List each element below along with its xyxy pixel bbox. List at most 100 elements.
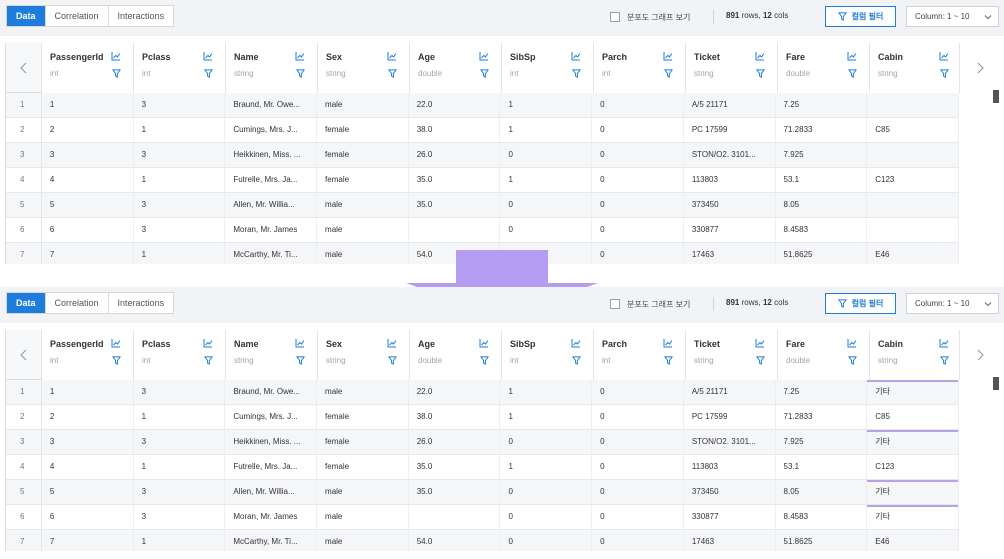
- column-range-select[interactable]: Column: 1 ~ 10: [906, 6, 999, 27]
- column-header-cabin[interactable]: Cabin string: [870, 43, 962, 93]
- table-cell: 3: [134, 193, 226, 217]
- column-header-ticket[interactable]: Ticket string: [686, 330, 778, 380]
- filter-icon[interactable]: [387, 356, 398, 367]
- column-filter-button[interactable]: 컬럼 필터: [825, 6, 896, 27]
- filter-icon[interactable]: [387, 69, 398, 80]
- table-cell: 51.8625: [776, 530, 868, 551]
- chart-icon[interactable]: [939, 51, 949, 63]
- scatter-checkbox[interactable]: [610, 299, 620, 309]
- column-header-fare[interactable]: Fare double: [778, 330, 870, 380]
- column-header-sibsp[interactable]: SibSp int: [502, 330, 594, 380]
- chart-icon[interactable]: [479, 51, 489, 63]
- chart-icon[interactable]: [479, 338, 489, 350]
- filter-icon[interactable]: [111, 356, 122, 367]
- scroll-columns-left-button[interactable]: [6, 43, 42, 93]
- filter-icon[interactable]: [663, 356, 674, 367]
- filter-icon[interactable]: [479, 69, 490, 80]
- column-header-passengerid[interactable]: PassengerId int: [42, 43, 134, 93]
- chart-icon[interactable]: [847, 338, 857, 350]
- filter-icon[interactable]: [939, 356, 950, 367]
- chart-icon[interactable]: [663, 338, 673, 350]
- column-header-ticket[interactable]: Ticket string: [686, 43, 778, 93]
- scroll-columns-right-button[interactable]: [959, 43, 1000, 93]
- tab-data[interactable]: Data: [7, 6, 46, 26]
- chart-icon[interactable]: [939, 338, 949, 350]
- filter-icon[interactable]: [479, 356, 490, 367]
- table-cell: 0: [592, 93, 684, 117]
- filter-icon[interactable]: [571, 69, 582, 80]
- filter-icon: [837, 12, 847, 21]
- column-header-fare[interactable]: Fare double: [778, 43, 870, 93]
- chart-icon[interactable]: [755, 338, 765, 350]
- column-header-name[interactable]: Name string: [226, 330, 318, 380]
- column-filter-button[interactable]: 컬럼 필터: [825, 293, 896, 314]
- filter-icon[interactable]: [111, 69, 122, 80]
- chart-icon[interactable]: [295, 338, 305, 350]
- tab-interactions[interactable]: Interactions: [109, 6, 174, 26]
- chart-icon[interactable]: [203, 338, 213, 350]
- column-header-passengerid[interactable]: PassengerId int: [42, 330, 134, 380]
- filter-icon[interactable]: [847, 69, 858, 80]
- scatter-toggle[interactable]: 분포도 그래프 보기: [610, 11, 690, 23]
- table-cell: 3: [134, 480, 226, 504]
- table-cell: C123: [867, 168, 959, 192]
- tab-correlation[interactable]: Correlation: [46, 6, 109, 26]
- vertical-scrollbar[interactable]: [993, 377, 999, 390]
- vertical-scrollbar[interactable]: [993, 90, 999, 103]
- filter-icon[interactable]: [295, 356, 306, 367]
- chart-icon[interactable]: [387, 338, 397, 350]
- column-type: string: [234, 356, 254, 365]
- scatter-checkbox[interactable]: [610, 12, 620, 22]
- chart-icon[interactable]: [847, 51, 857, 63]
- chart-icon[interactable]: [663, 51, 673, 63]
- filter-icon[interactable]: [939, 69, 950, 80]
- column-header-cabin[interactable]: Cabin string: [870, 330, 962, 380]
- chart-icon[interactable]: [111, 338, 121, 350]
- cols-count: 12: [762, 11, 772, 20]
- filter-icon[interactable]: [295, 69, 306, 80]
- table-cell: [867, 193, 959, 217]
- column-name: Sex: [326, 339, 343, 349]
- table-cell: female: [317, 143, 409, 167]
- column-header-pclass[interactable]: Pclass int: [134, 43, 226, 93]
- filter-icon[interactable]: [755, 69, 766, 80]
- filter-icon[interactable]: [847, 356, 858, 367]
- column-header-parch[interactable]: Parch int: [594, 330, 686, 380]
- column-header-parch[interactable]: Parch int: [594, 43, 686, 93]
- column-header-sibsp[interactable]: SibSp int: [502, 43, 594, 93]
- tab-interactions[interactable]: Interactions: [109, 293, 174, 313]
- chart-icon[interactable]: [571, 338, 581, 350]
- chart-icon[interactable]: [203, 51, 213, 63]
- column-header-name[interactable]: Name string: [226, 43, 318, 93]
- chart-icon[interactable]: [111, 51, 121, 63]
- column-range-select[interactable]: Column: 1 ~ 10: [906, 293, 999, 314]
- rows-text: rows,: [741, 298, 761, 307]
- column-header-pclass[interactable]: Pclass int: [134, 330, 226, 380]
- data-grid: PassengerId int Pclass int Name string Sex stri…: [5, 43, 1000, 264]
- scatter-toggle[interactable]: 분포도 그래프 보기: [610, 298, 690, 310]
- scroll-columns-left-button[interactable]: [6, 330, 42, 380]
- filter-icon[interactable]: [571, 356, 582, 367]
- tab-data[interactable]: Data: [7, 293, 46, 313]
- tab-correlation[interactable]: Correlation: [46, 293, 109, 313]
- filter-icon[interactable]: [203, 356, 214, 367]
- chart-icon[interactable]: [571, 51, 581, 63]
- grid-panel-before: Data Correlation Interactions 분포도 그래프 보기…: [0, 0, 1004, 264]
- filter-icon[interactable]: [755, 356, 766, 367]
- chart-icon[interactable]: [387, 51, 397, 63]
- chart-icon[interactable]: [755, 51, 765, 63]
- scroll-columns-right-button[interactable]: [959, 330, 1000, 380]
- column-header-sex[interactable]: Sex string: [318, 330, 410, 380]
- rows-count: 891: [726, 11, 740, 20]
- row-index: 5: [6, 480, 42, 504]
- table-cell: 0: [592, 455, 684, 479]
- filter-icon[interactable]: [663, 69, 674, 80]
- column-header-age[interactable]: Age double: [410, 330, 502, 380]
- table-cell: 7.25: [776, 380, 868, 404]
- filter-icon[interactable]: [203, 69, 214, 80]
- table-cell: 38.0: [409, 405, 501, 429]
- column-name: Age: [418, 339, 436, 349]
- column-header-sex[interactable]: Sex string: [318, 43, 410, 93]
- chart-icon[interactable]: [295, 51, 305, 63]
- column-header-age[interactable]: Age double: [410, 43, 502, 93]
